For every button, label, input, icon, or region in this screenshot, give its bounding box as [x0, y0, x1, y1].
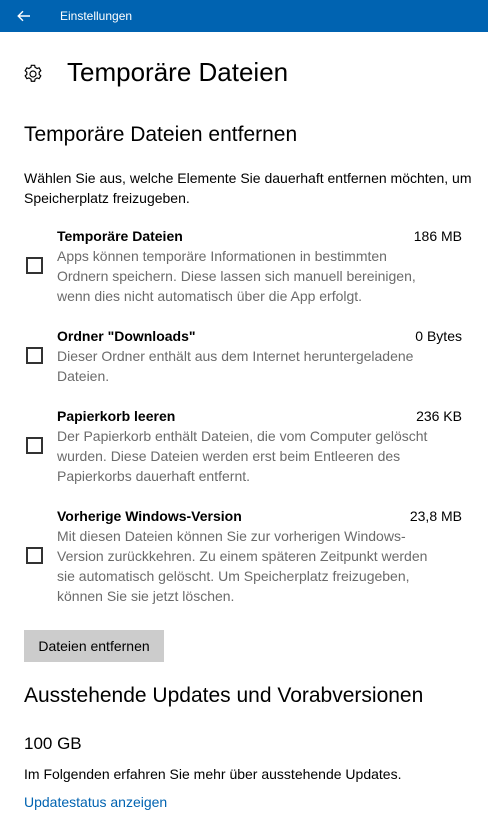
- remove-files-button[interactable]: Dateien entfernen: [24, 630, 164, 662]
- item-description: Mit diesen Dateien können Sie zur vorher…: [57, 528, 428, 604]
- section-heading-updates: Ausstehende Updates und Vorabversionen: [24, 684, 424, 707]
- list-item-recycle-bin: Papierkorb leeren 236 KB Der Papierkorb …: [24, 406, 464, 486]
- section-heading-remove: Temporäre Dateien entfernen: [24, 123, 298, 146]
- update-status-link[interactable]: Updatestatus anzeigen: [24, 792, 167, 812]
- checkbox-recycle-bin[interactable]: [26, 437, 43, 454]
- list-item-temp-files: Temporäre Dateien 186 MB Apps können tem…: [24, 226, 464, 306]
- checkbox-previous-windows[interactable]: [26, 547, 43, 564]
- item-size: 236 KB: [416, 408, 462, 424]
- back-button[interactable]: [0, 0, 48, 32]
- item-size: 0 Bytes: [415, 328, 462, 344]
- title-bar: Einstellungen: [0, 0, 488, 32]
- page-title: Temporäre Dateien: [67, 57, 289, 87]
- item-name: Vorherige Windows-Version: [57, 508, 242, 524]
- list-item-previous-windows: Vorherige Windows-Version 23,8 MB Mit di…: [24, 506, 464, 606]
- item-description: Apps können temporäre Informationen in b…: [57, 248, 416, 304]
- intro-text: Wählen Sie aus, welche Elemente Sie daue…: [24, 170, 472, 206]
- window-title: Einstellungen: [60, 9, 133, 23]
- item-name: Temporäre Dateien: [57, 228, 183, 244]
- checkbox-temp-files[interactable]: [26, 257, 43, 274]
- arrow-left-icon: [17, 10, 30, 22]
- checkbox-downloads[interactable]: [26, 347, 43, 364]
- gear-icon: [24, 64, 42, 82]
- updates-info-text: Im Folgenden erfahren Sie mehr über auss…: [24, 766, 402, 782]
- item-description: Dieser Ordner enthält aus dem Internet h…: [57, 348, 414, 384]
- item-description: Der Papierkorb enthält Dateien, die vom …: [57, 428, 428, 484]
- item-size: 23,8 MB: [409, 508, 462, 524]
- page-header: [22, 58, 44, 90]
- item-size: 186 MB: [413, 228, 462, 244]
- item-name: Ordner "Downloads": [57, 328, 196, 344]
- item-name: Papierkorb leeren: [57, 408, 176, 424]
- updates-size: 100 GB: [24, 734, 82, 753]
- list-item-downloads: Ordner "Downloads" 0 Bytes Dieser Ordner…: [24, 326, 464, 386]
